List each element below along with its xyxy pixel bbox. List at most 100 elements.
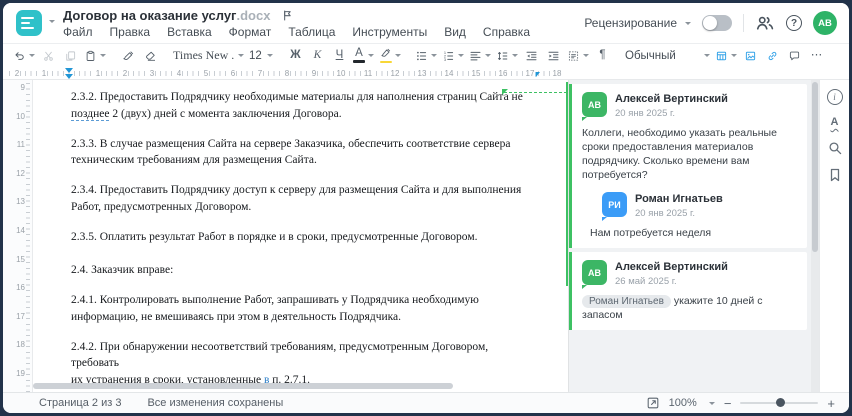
paragraph[interactable]: 2.4. Заказчик вправе: [71,262,536,279]
text-run: информацию, не вмешиваясь при этом в дея… [71,310,402,323]
app-logo-icon[interactable] [16,10,42,36]
ruler-number: 8 [283,68,291,79]
document-title-text: Договор на оказание услуг [63,8,237,23]
review-mode-control[interactable]: Рецензирование [584,16,691,30]
insert-link-button[interactable] [763,46,782,66]
bold-icon: Ж [290,49,300,61]
font-color-glyph: А [355,47,363,60]
menu-item[interactable]: Инструменты [352,25,427,39]
comment-card[interactable]: АВ Алексей Вертинский 20 янв 2025 г. Коллег… [569,84,807,248]
menu-item[interactable]: Правка [110,25,151,39]
dropdown-chevron-icon [238,54,244,57]
comment-card[interactable]: АВ Алексей Вертинский 26 май 2025 г. Роман … [569,252,807,330]
ruler-number: 19 [16,368,25,379]
more-tools-icon: ⋯ [811,49,823,61]
highlight-color-button[interactable] [378,46,402,66]
paragraph[interactable]: 2.4.1. Контролировать выполнение Работ, … [71,292,536,325]
clear-formatting-button[interactable] [141,46,160,66]
text-run: 2.3.4. Предоставить Подрядчику доступ к … [71,184,522,196]
document-page[interactable]: 2.3.2. Предоставить Подрядчику необходим… [33,80,568,392]
mention-chip[interactable]: Роман Игнатьев [582,295,671,308]
paragraph[interactable]: 2.4.2. При обнаружении несоответствий тр… [71,339,536,389]
decrease-indent-button[interactable] [522,46,541,66]
comment: АВ Алексей Вертинский 20 янв 2025 г. Коллег… [582,92,797,182]
zoom-chevron-icon[interactable] [708,401,715,405]
comment-text: Роман Игнатьев укажите 10 дней с запасом [582,295,763,321]
menu-item[interactable]: Вставка [167,25,212,39]
user-avatar[interactable]: АВ [813,11,837,35]
zoom-in-button[interactable]: + [827,397,835,410]
bullet-list-icon [416,50,427,61]
app-menu-chevron-icon[interactable] [49,20,55,23]
highlight-color-icon [379,48,392,64]
insert-image-button[interactable] [741,46,760,66]
menu-item[interactable]: Таблица [288,25,335,39]
zoom-level[interactable]: 100% [669,397,697,409]
paragraph-settings-button[interactable] [566,46,590,66]
zoom-slider[interactable] [740,398,819,407]
undo-button[interactable] [12,46,36,66]
paragraph[interactable]: 2.3.3. В случае размещения Сайта на серв… [71,136,536,169]
vertical-ruler[interactable]: 91011121314151617181920 [3,80,33,392]
flag-icon[interactable] [281,9,294,22]
insert-table-button[interactable] [714,46,738,66]
line-spacing-button[interactable] [495,46,519,66]
ruler-number: 5 [202,68,210,79]
ruler-number: 14 [443,68,455,79]
menu-item[interactable]: Справка [483,25,530,39]
comment-date: 20 янв 2025 г. [635,208,696,219]
font-size-select[interactable]: 12 [248,46,274,66]
insert-comment-button[interactable] [785,46,804,66]
alignment-button[interactable] [468,46,492,66]
copy-button[interactable] [61,46,80,66]
info-icon[interactable]: i [826,89,843,105]
vertical-scrollbar[interactable] [812,82,818,252]
text-run: техническим требованиям для размещения С… [71,154,317,166]
numbered-list-button[interactable] [441,46,465,66]
bold-button[interactable]: Ж [286,46,305,66]
paragraph[interactable]: 2.3.5. Оплатить результат Работ в порядк… [71,229,536,246]
paragraph-style-select[interactable]: Обычный [624,46,711,66]
more-tools-button[interactable]: ⋯ [807,46,826,66]
collaborators-icon[interactable] [755,13,775,33]
bullet-list-button[interactable] [414,46,438,66]
review-toggle[interactable] [702,15,732,31]
first-line-indent-marker[interactable] [65,68,73,73]
paragraph[interactable]: 2.3.4. Предоставить Подрядчику доступ к … [71,182,536,215]
comment-meta: Роман Игнатьев 20 янв 2025 г. [635,192,723,219]
zoom-slider-knob[interactable] [776,398,786,407]
dropdown-chevron-icon [458,54,464,57]
fit-to-width-icon[interactable] [646,396,660,410]
underline-button[interactable]: Ч [330,46,349,66]
zoom-out-button[interactable]: − [724,397,732,410]
font-color-button[interactable]: А [352,46,375,66]
search-icon[interactable] [827,140,843,156]
font-color-icon: А [353,47,365,63]
menu-item[interactable]: Вид [444,25,466,39]
insert-image-icon [745,51,756,60]
comment-meta: Алексей Вертинский 26 май 2025 г. [615,260,728,287]
horizontal-ruler[interactable]: 2 1 1 2 3 4 5 6 7 8 9 10 11 12 13 14 15 16 17 18 [3,67,849,80]
increase-indent-button[interactable] [544,46,563,66]
decrease-indent-icon [525,50,538,62]
highlight-color-icon [381,48,391,57]
nonprinting-chars-button[interactable]: ¶ [593,46,612,66]
cut-button[interactable] [39,46,58,66]
font-family-select[interactable]: Times New ... [172,46,245,66]
menu-item[interactable]: Файл [63,25,93,39]
paragraph[interactable]: 2.3.2. Предоставить Подрядчику необходим… [71,89,536,122]
ruler-number: 17 [524,68,536,79]
italic-button[interactable]: К [308,46,327,66]
document-text[interactable]: 2.3.2. Предоставить Подрядчику необходим… [33,80,568,392]
left-indent-marker[interactable] [65,74,73,79]
ruler-number: 11 [16,139,25,150]
format-painter-button[interactable] [119,46,138,66]
help-icon[interactable]: ? [786,15,802,31]
paste-button[interactable] [83,46,107,66]
horizontal-scrollbar[interactable] [33,383,453,389]
toolbar: Times New ... 12 Ж К Ч А ¶ Обычный ⋯ [3,43,849,67]
bookmark-icon[interactable] [827,167,843,183]
comment-text: Нам потребуется неделя [590,227,712,239]
menu-item[interactable]: Формат [229,25,272,39]
spellcheck-icon[interactable]: А [831,116,839,129]
